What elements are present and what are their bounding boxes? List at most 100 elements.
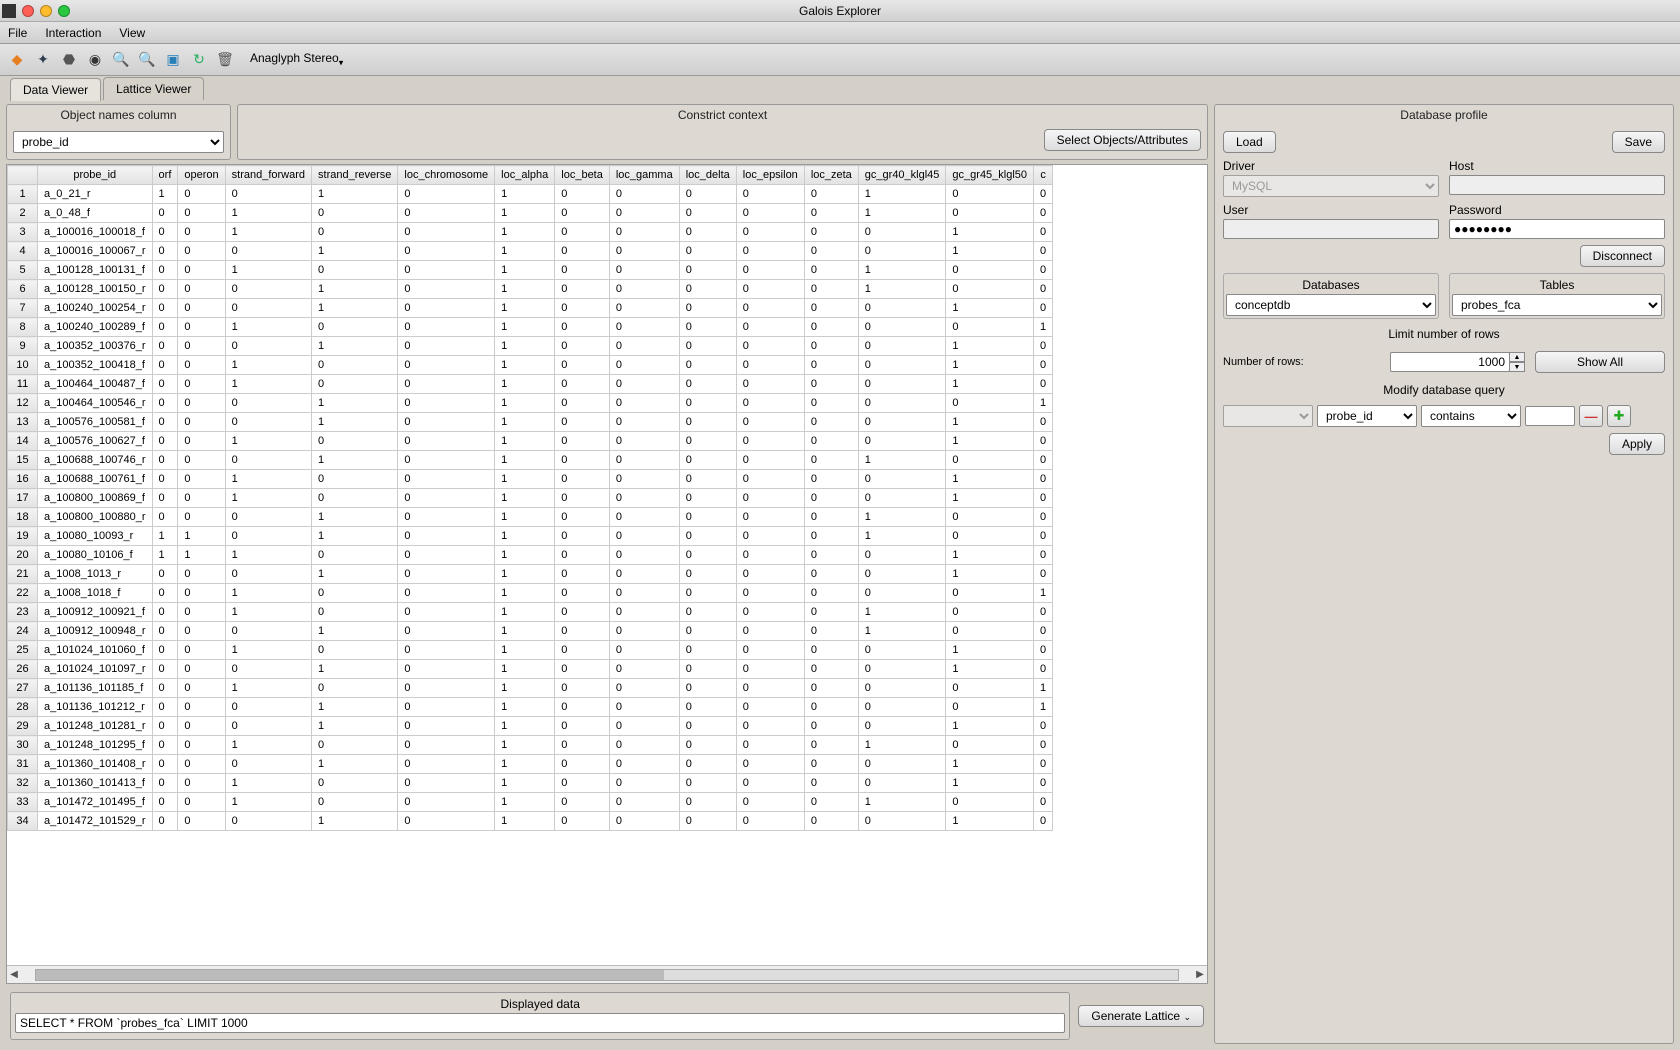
cell[interactable]: 0 <box>736 641 804 660</box>
cell[interactable]: 0 <box>804 242 858 261</box>
remove-condition-icon[interactable]: — <box>1579 405 1603 427</box>
cell[interactable]: 0 <box>736 375 804 394</box>
cell[interactable]: 1 <box>312 299 398 318</box>
cell[interactable]: 1 <box>495 622 555 641</box>
cell[interactable]: 0 <box>736 261 804 280</box>
cell[interactable]: 0 <box>858 565 946 584</box>
cell[interactable]: a_101248_101295_f <box>38 736 153 755</box>
cell[interactable]: 1 <box>312 755 398 774</box>
cell[interactable]: 0 <box>312 736 398 755</box>
cell[interactable]: 0 <box>609 508 679 527</box>
cell[interactable]: 0 <box>804 774 858 793</box>
cell[interactable]: 0 <box>858 337 946 356</box>
cell[interactable]: 0 <box>609 717 679 736</box>
cell[interactable]: 0 <box>398 280 495 299</box>
cell[interactable]: 0 <box>152 356 178 375</box>
tool-icon-1[interactable]: ◆ <box>8 51 26 69</box>
cell[interactable]: 0 <box>312 584 398 603</box>
cell[interactable]: 0 <box>1034 451 1053 470</box>
cell[interactable]: a_1008_1018_f <box>38 584 153 603</box>
table-row[interactable]: 7a_100240_100254_r00010100000010 <box>8 299 1053 318</box>
row-number[interactable]: 12 <box>8 394 38 413</box>
cell[interactable]: 0 <box>946 622 1034 641</box>
cell[interactable]: 0 <box>178 584 225 603</box>
cell[interactable]: 0 <box>804 280 858 299</box>
cell[interactable]: 1 <box>495 394 555 413</box>
cell[interactable]: 1 <box>225 470 311 489</box>
driver-select[interactable]: MySQL <box>1223 175 1439 197</box>
cell[interactable]: 0 <box>1034 280 1053 299</box>
cell[interactable]: a_100352_100376_r <box>38 337 153 356</box>
column-header[interactable]: loc_alpha <box>495 166 555 185</box>
column-header[interactable]: strand_reverse <box>312 166 398 185</box>
table-row[interactable]: 6a_100128_100150_r00010100000100 <box>8 280 1053 299</box>
cell[interactable]: 1 <box>495 470 555 489</box>
cell[interactable]: 1 <box>495 755 555 774</box>
cell[interactable]: a_10080_10093_r <box>38 527 153 546</box>
cell[interactable]: 0 <box>679 622 736 641</box>
cell[interactable]: 0 <box>946 793 1034 812</box>
cell[interactable]: 0 <box>555 451 610 470</box>
row-number[interactable]: 25 <box>8 641 38 660</box>
cell[interactable]: 0 <box>946 698 1034 717</box>
cell[interactable]: 0 <box>804 603 858 622</box>
cell[interactable]: 1 <box>152 527 178 546</box>
cell[interactable]: a_100352_100418_f <box>38 356 153 375</box>
cell[interactable]: 0 <box>225 622 311 641</box>
table-row[interactable]: 23a_100912_100921_f00100100000100 <box>8 603 1053 622</box>
cell[interactable]: 0 <box>398 622 495 641</box>
row-number[interactable]: 28 <box>8 698 38 717</box>
cell[interactable]: a_100800_100869_f <box>38 489 153 508</box>
cell[interactable]: 1 <box>495 318 555 337</box>
cell[interactable]: 0 <box>804 717 858 736</box>
table-row[interactable]: 2a_0_48_f00100100000100 <box>8 204 1053 223</box>
cell[interactable]: 0 <box>398 755 495 774</box>
cell[interactable]: 0 <box>736 318 804 337</box>
table-row[interactable]: 22a_1008_1018_f00100100000001 <box>8 584 1053 603</box>
cell[interactable]: 1 <box>495 584 555 603</box>
cell[interactable]: 1 <box>946 375 1034 394</box>
cell[interactable]: 1 <box>225 679 311 698</box>
cell[interactable]: 0 <box>609 356 679 375</box>
cell[interactable]: 0 <box>312 375 398 394</box>
column-header[interactable]: operon <box>178 166 225 185</box>
cell[interactable]: 1 <box>225 223 311 242</box>
row-number[interactable]: 13 <box>8 413 38 432</box>
cell[interactable]: 0 <box>555 489 610 508</box>
cell[interactable]: a_100464_100546_r <box>38 394 153 413</box>
tool-icon-3[interactable]: ⬣ <box>60 51 78 69</box>
cell[interactable]: 0 <box>736 394 804 413</box>
cell[interactable]: 0 <box>946 394 1034 413</box>
cell[interactable]: 0 <box>679 565 736 584</box>
cell[interactable]: 0 <box>736 565 804 584</box>
cell[interactable]: 0 <box>398 717 495 736</box>
cell[interactable]: 0 <box>679 679 736 698</box>
select-objects-button[interactable]: Select Objects/Attributes <box>1044 129 1201 151</box>
cell[interactable]: 0 <box>736 337 804 356</box>
table-row[interactable]: 1a_0_21_r10010100000100 <box>8 185 1053 204</box>
cell[interactable]: 1 <box>225 489 311 508</box>
show-all-button[interactable]: Show All <box>1535 351 1665 373</box>
cell[interactable]: 1 <box>1034 679 1053 698</box>
cell[interactable]: 1 <box>312 451 398 470</box>
cell[interactable]: 1 <box>495 717 555 736</box>
cell[interactable]: 1 <box>495 527 555 546</box>
table-row[interactable]: 32a_101360_101413_f00100100000010 <box>8 774 1053 793</box>
cell[interactable]: 0 <box>736 432 804 451</box>
cell[interactable]: a_100912_100921_f <box>38 603 153 622</box>
cell[interactable]: 0 <box>178 337 225 356</box>
cell[interactable]: 0 <box>152 565 178 584</box>
cell[interactable]: 0 <box>555 356 610 375</box>
cell[interactable]: 0 <box>679 660 736 679</box>
cell[interactable]: a_100576_100627_f <box>38 432 153 451</box>
cell[interactable]: 0 <box>858 432 946 451</box>
cell[interactable]: 1 <box>495 432 555 451</box>
cell[interactable]: 0 <box>736 242 804 261</box>
cell[interactable]: 0 <box>312 793 398 812</box>
cell[interactable]: 0 <box>555 565 610 584</box>
cell[interactable]: 0 <box>609 413 679 432</box>
cell[interactable]: 0 <box>804 223 858 242</box>
table-row[interactable]: 9a_100352_100376_r00010100000010 <box>8 337 1053 356</box>
cell[interactable]: 0 <box>736 356 804 375</box>
cell[interactable]: 1 <box>495 185 555 204</box>
